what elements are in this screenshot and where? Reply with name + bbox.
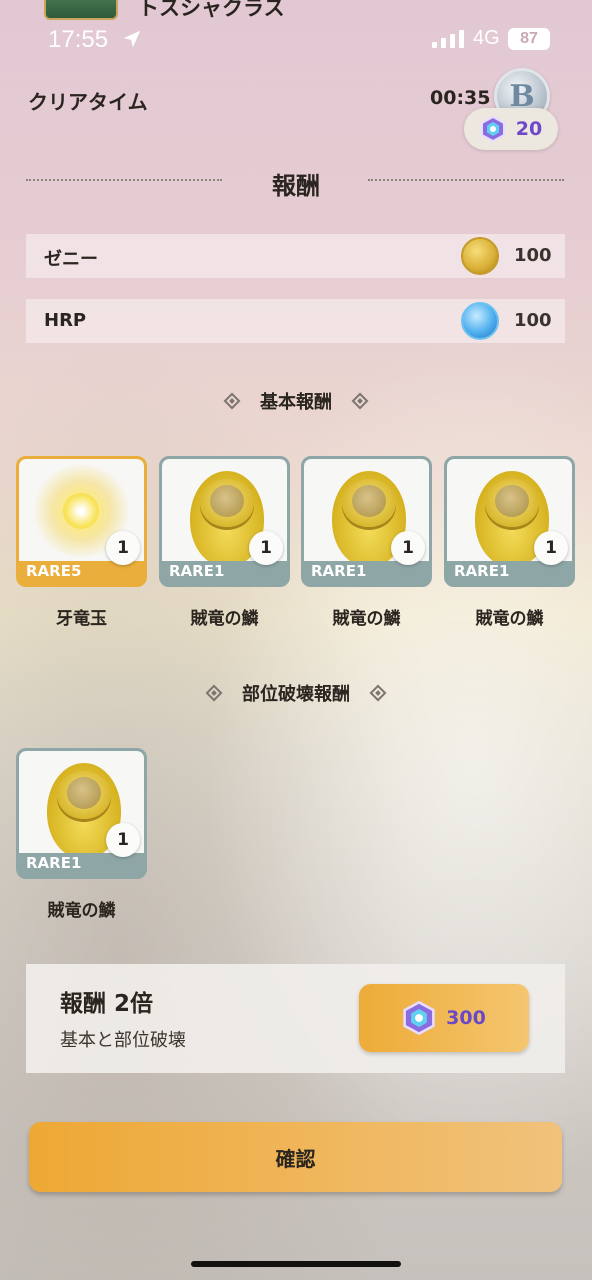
- item-rarity: RARE1: [454, 562, 510, 580]
- item-name: 賊竜の鱗: [332, 609, 401, 629]
- item-name: 賊竜の鱗: [47, 901, 116, 921]
- double-reward-subtitle: 基本と部位破壊: [60, 1030, 186, 1051]
- location-arrow-icon: [123, 30, 141, 48]
- double-reward-panel: 報酬 2倍 基本と部位破壊 300: [26, 964, 565, 1073]
- gem-balance[interactable]: 20: [464, 108, 558, 150]
- basic-rewards-heading: 基本報酬: [0, 388, 592, 414]
- status-time: 17:55: [48, 26, 109, 53]
- clear-time-label: クリアタイム: [28, 90, 148, 114]
- game-title-icon: [44, 0, 118, 20]
- item-rarity: RARE5: [26, 562, 82, 580]
- break-rewards-heading: 部位破壊報酬: [0, 680, 592, 706]
- clear-time-value: 00:35: [430, 87, 491, 109]
- reward-row-label: ゼニー: [44, 249, 98, 270]
- home-indicator[interactable]: [191, 1261, 401, 1267]
- item-count: 1: [391, 531, 425, 565]
- item-count: 1: [106, 823, 140, 857]
- reward-item-card[interactable]: 1 RARE1: [159, 456, 290, 587]
- item-rarity: RARE1: [26, 854, 82, 872]
- gem-icon: [480, 116, 505, 142]
- reward-item-card[interactable]: 1 RARE1: [444, 456, 575, 587]
- rewards-title: 報酬: [272, 172, 320, 200]
- diamond-ornament-icon: [205, 684, 223, 702]
- reward-row-zeny: ゼニー 100: [26, 234, 565, 278]
- diamond-ornament-icon: [369, 684, 387, 702]
- item-count: 1: [249, 531, 283, 565]
- gem-icon: [403, 1001, 435, 1035]
- confirm-button[interactable]: 確認: [29, 1122, 562, 1192]
- double-reward-button[interactable]: 300: [359, 984, 529, 1052]
- network-type: 4G: [473, 27, 500, 49]
- break-reward-item-card[interactable]: 1 RARE1: [16, 748, 147, 879]
- item-rarity: RARE1: [169, 562, 225, 580]
- zeny-coin-icon: [461, 237, 499, 275]
- hrp-icon: [461, 302, 499, 340]
- game-title: トスシャクラス: [138, 0, 285, 20]
- break-rewards-title: 部位破壊報酬: [242, 684, 350, 705]
- diamond-ornament-icon: [223, 392, 241, 410]
- reward-item-card[interactable]: 1 RARE1: [301, 456, 432, 587]
- item-name: 賊竜の鱗: [475, 609, 544, 629]
- signal-icon: [432, 30, 464, 48]
- divider-right: [368, 179, 564, 181]
- item-count: 1: [534, 531, 568, 565]
- double-reward-title: 報酬 2倍: [60, 991, 154, 1017]
- reward-row-hrp: HRP 100: [26, 299, 565, 343]
- basic-rewards-title: 基本報酬: [260, 392, 332, 413]
- reward-item-card[interactable]: 1 RARE5: [16, 456, 147, 587]
- gem-balance-value: 20: [515, 118, 543, 140]
- double-reward-cost: 300: [446, 1007, 486, 1029]
- item-name: 賊竜の鱗: [190, 609, 259, 629]
- item-count: 1: [106, 531, 140, 565]
- battery-icon: 87: [508, 28, 550, 50]
- reward-row-label: HRP: [44, 310, 87, 331]
- item-name: 牙竜玉: [56, 609, 107, 629]
- diamond-ornament-icon: [351, 392, 369, 410]
- reward-row-value: 100: [514, 310, 552, 331]
- item-rarity: RARE1: [311, 562, 367, 580]
- reward-row-value: 100: [514, 245, 552, 266]
